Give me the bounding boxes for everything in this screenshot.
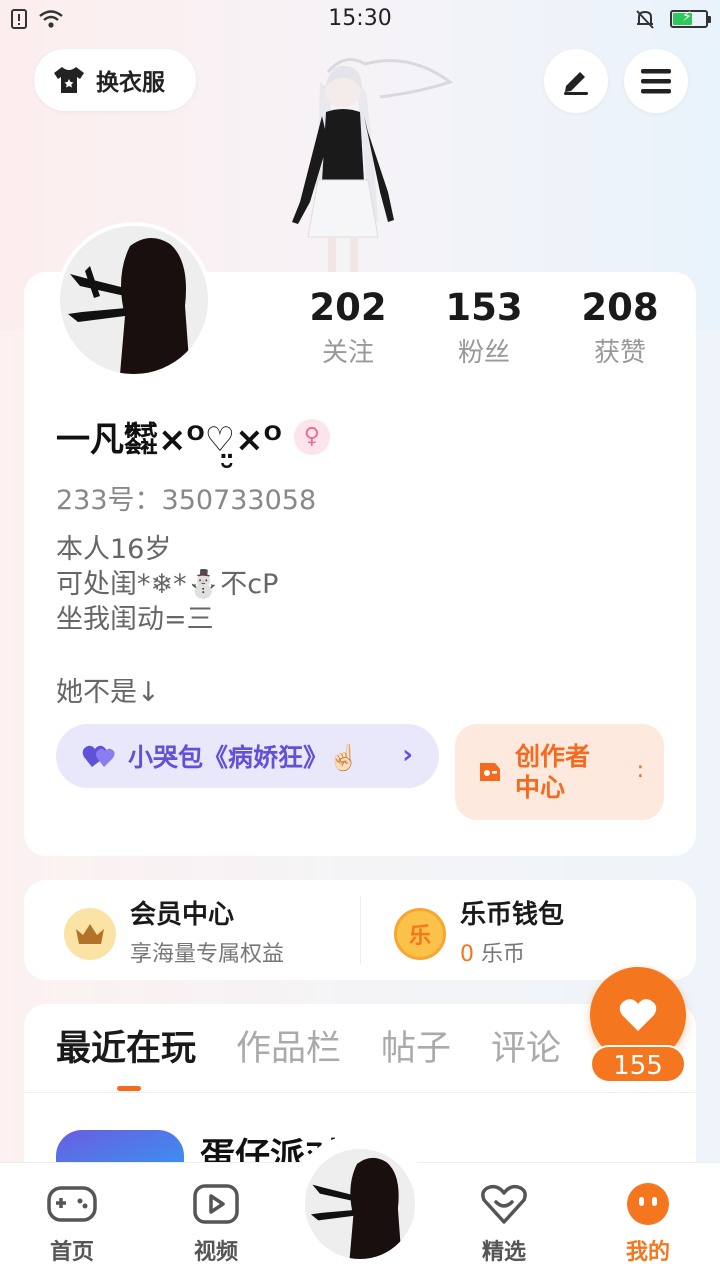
shirt-icon [54, 67, 84, 93]
nav-mine-label: 我的 [625, 1240, 670, 1265]
mute-icon [636, 10, 654, 29]
relationship-badge-text: 小哭包《病娇狂》☝🏻 [128, 743, 360, 772]
coin-unit: 乐币 [481, 942, 526, 967]
followers-count: 153 [445, 286, 523, 329]
more-indicator-icon: : [636, 758, 644, 783]
nav-featured[interactable]: 精选 [454, 1182, 554, 1266]
nav-video[interactable]: 视频 [166, 1182, 266, 1266]
likes-label: 获赞 [593, 338, 646, 368]
hamburger-icon [641, 69, 671, 94]
creator-center-button[interactable]: 创作者中心 : [455, 724, 664, 820]
play-icon [193, 1184, 239, 1224]
divider [24, 1092, 696, 1093]
clock: 15:30 [328, 6, 392, 31]
chevron-right-icon: › [402, 740, 413, 770]
creator-center-label: 创作者中心 [515, 742, 591, 802]
crown-icon [64, 908, 116, 960]
wallet-balance: 0 乐币 [460, 936, 564, 968]
nav-video-label: 视频 [193, 1240, 238, 1265]
face-icon [627, 1183, 669, 1225]
stat-following[interactable]: 202 关注 [278, 286, 418, 369]
wallet-entry[interactable]: 乐 乐币钱包 0 乐币 [394, 900, 564, 968]
pen-icon [564, 72, 588, 95]
tab-works[interactable]: 作品栏 [236, 1026, 341, 1072]
stat-likes[interactable]: 208 获赞 [550, 286, 690, 369]
member-center-title: 会员中心 [130, 900, 235, 930]
tab-posts[interactable]: 帖子 [381, 1026, 451, 1072]
nav-mine[interactable]: 我的 [598, 1182, 698, 1266]
bio: 本人16岁 可处闺*❄*⛄不cP 坐我闺动=三 [56, 532, 278, 637]
likes-count: 208 [581, 286, 659, 329]
divider [360, 896, 361, 964]
coin-count: 0 [460, 942, 474, 967]
following-count: 202 [309, 286, 387, 329]
heart-link-icon [82, 745, 115, 767]
tab-recent-played[interactable]: 最近在玩 [56, 1026, 196, 1072]
relationship-badge[interactable]: 小哭包《病娇狂》☝🏻 › [56, 724, 439, 788]
heart-icon [619, 999, 657, 1031]
avatar-image [305, 1149, 415, 1259]
coin-icon: 乐 [394, 908, 446, 960]
tab-bar: 最近在玩 作品栏 帖子 评论 [56, 1026, 561, 1072]
edit-button[interactable] [544, 49, 608, 113]
battery-icon: ⚡ [670, 9, 711, 28]
character-avatar-illustration [292, 58, 454, 272]
stat-followers[interactable]: 153 粉丝 [414, 286, 554, 369]
gamepad-icon [480, 763, 500, 781]
following-label: 关注 [321, 338, 374, 368]
user-id[interactable]: 233号：350733058 [56, 478, 316, 517]
nav-center-avatar[interactable] [302, 1146, 418, 1262]
nickname: 一凡㍿×ᴼ♡̤̮×ᴼ [56, 420, 282, 460]
change-outfit-button[interactable]: 换衣服 [34, 49, 196, 111]
menu-button[interactable] [624, 49, 688, 113]
member-center-entry[interactable]: 会员中心 享海量专属权益 [64, 900, 284, 968]
wallet-title: 乐币钱包 [460, 900, 565, 930]
tab-comments[interactable]: 评论 [491, 1026, 561, 1072]
status-bar: 15:30 ⚡ [0, 0, 720, 40]
bio-line: 坐我闺动=三 [56, 604, 214, 635]
active-tab-indicator [117, 1086, 141, 1091]
gamepad-icon [47, 1186, 97, 1222]
female-gender-icon: ♀ [293, 418, 330, 455]
bio-line: 可处闺*❄*⛄不cP [56, 569, 279, 600]
bio-line: 本人16岁 [56, 534, 172, 565]
nav-home[interactable]: 首页 [22, 1182, 122, 1266]
nav-featured-label: 精选 [481, 1240, 526, 1265]
followers-label: 粉丝 [457, 338, 510, 368]
profile-stats: 202 关注 153 粉丝 208 获赞 [0, 286, 720, 376]
member-wallet-card: 会员中心 享海量专属权益 乐 乐币钱包 0 乐币 [24, 880, 696, 980]
heart-diamond-icon [481, 1184, 527, 1224]
change-outfit-label: 换衣服 [96, 70, 165, 96]
bio-extra: 她不是↓ [56, 677, 160, 708]
like-count: 155 [590, 1045, 686, 1083]
nickname-row: 一凡㍿×ᴼ♡̤̮×ᴼ ♀ [56, 412, 330, 461]
nav-home-label: 首页 [49, 1240, 94, 1265]
member-center-subtitle: 享海量专属权益 [130, 942, 285, 967]
